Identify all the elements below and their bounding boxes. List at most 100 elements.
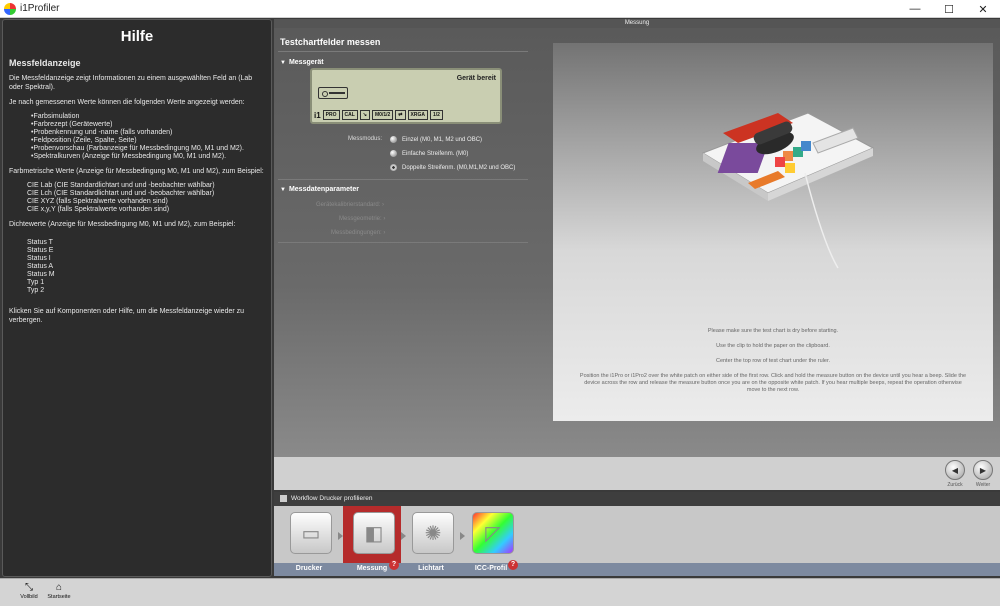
close-button[interactable]: ✕ (966, 0, 1000, 18)
lcd-cell: ↘ (359, 110, 370, 120)
navigation-bar: ◀ Zurück ▶ Weiter (274, 457, 1000, 490)
params-section-label: Messdatenparameter (288, 186, 359, 193)
list-item: Typ 1 (27, 279, 45, 286)
home-icon: ⌂ (55, 582, 63, 593)
mode-option-single-strip[interactable]: Einfache Streifenm. (M0) (390, 150, 468, 157)
section-header: Messung (274, 19, 1000, 28)
instruction-text: Please make sure the test chart is dry b… (707, 328, 839, 334)
arrow-right-icon: ▶ (979, 465, 987, 475)
help-paragraph: Farbmetrische Werte (Anzeige für Messbed… (9, 168, 264, 175)
list-item: Status I (27, 255, 51, 262)
step-illuminant[interactable]: ✺ Lichtart (402, 506, 460, 576)
help-paragraph: Je nach gemessenen Werte können die folg… (9, 99, 245, 106)
list-item: Status T (27, 239, 53, 246)
help-list-colorimetric: CIE Lab (CIE Standardlichtart und und -b… (27, 182, 271, 214)
main-panel: Testchartfelder messen ▼ Messgerät Gerät … (274, 28, 1000, 457)
help-list-values: •Farbsimulation •Farbrezept (Gerätewerte… (31, 113, 271, 161)
lcd-cell: 1/2 (429, 110, 443, 120)
step-label: Lichtart (418, 565, 444, 572)
instruction-text: Position the i1Pro or i1Pro2 over the wh… (579, 373, 967, 393)
title-bar: i1Profiler — ☐ ✕ (0, 0, 1000, 18)
icc-gamut-icon: ◸ (472, 512, 514, 554)
brand-logo: i1 (314, 110, 321, 120)
device-section-toggle[interactable]: ▼ Messgerät (280, 59, 324, 66)
lcd-cell: CAL (341, 110, 358, 120)
mode-option-label: Doppelte Streifenm. (M0,M1,M2 und OBC) (402, 164, 516, 171)
step-label: Drucker (295, 565, 323, 572)
list-item: CIE Lab (CIE Standardlichtart und und -b… (27, 182, 215, 189)
home-label: Startseite (47, 594, 71, 600)
fullscreen-button[interactable]: ⤡ Vollbild (14, 582, 44, 600)
divider (278, 242, 528, 243)
radio-icon (390, 136, 397, 143)
list-item: •Probenvorschau (Farbanzeige für Messbed… (31, 145, 244, 152)
step-icc-profile[interactable]: ◸ ? ICC-Profil (462, 506, 520, 576)
device-illustration (701, 112, 875, 269)
lcd-cell: M0/1/2 (372, 110, 394, 120)
mode-option-double-strip[interactable]: Doppelte Streifenm. (M0,M1,M2 und OBC) (390, 164, 515, 171)
workflow-title: Workflow Drucker profilieren (291, 495, 373, 502)
list-item: •Spektralkurven (Anzeige für Messbedingu… (31, 153, 227, 160)
device-status-text: Gerät bereit (456, 75, 496, 82)
radio-icon (390, 150, 397, 157)
list-item: Status M (27, 271, 55, 278)
next-button[interactable]: ▶ (973, 460, 993, 480)
list-item: •Farbrezept (Gerätewerte) (31, 121, 113, 128)
help-paragraph: Dichtewerte (Anzeige für Messbedingung M… (9, 221, 236, 228)
triangle-down-icon: ▼ (280, 60, 286, 66)
instruction-text: Use the clip to hold the paper on the cl… (716, 343, 830, 349)
help-paragraph: Klicken Sie auf Komponenten oder Hilfe, … (9, 308, 245, 324)
maximize-button[interactable]: ☐ (932, 0, 966, 18)
param-label: Messbedingungen: (331, 230, 382, 236)
help-panel: Hilfe Messfeldanzeige Die Messfeldanzeig… (2, 19, 272, 577)
mode-label: Messmodus: (348, 136, 383, 142)
list-item: CIE Lch (CIE Standardlichtart und und -b… (27, 190, 215, 197)
param-label: Messgeometrie: (339, 216, 382, 222)
help-list-density: Status T Status E Status I Status A Stat… (27, 239, 271, 295)
list-item: CIE x,y,Y (falls Spektralwerte vorhanden… (27, 206, 170, 213)
measurement-device-icon: ◧ (353, 512, 395, 554)
fullscreen-label: Vollbild (20, 594, 38, 600)
mode-option-label: Einfache Streifenm. (M0) (402, 150, 469, 157)
back-button[interactable]: ◀ (945, 460, 965, 480)
minimize-button[interactable]: — (898, 0, 932, 18)
back-label: Zurück (947, 482, 963, 488)
params-section-toggle[interactable]: ▼ Messdatenparameter (280, 186, 359, 193)
lightbulb-gear-icon: ✺ (412, 512, 454, 554)
list-item: •Feldposition (Zeile, Spalte, Seite) (31, 137, 137, 144)
help-subtitle: Messfeldanzeige (9, 58, 81, 68)
triangle-down-icon: ▼ (280, 187, 286, 193)
step-measurement[interactable]: ◧ ? Messung (343, 506, 401, 576)
param-calibration[interactable]: Gerätekalibrierstandard: › (316, 202, 384, 208)
workflow-icon (280, 494, 287, 502)
list-item: •Probenkennung und -name (falls vorhande… (31, 129, 173, 136)
list-item: Status E (27, 247, 54, 254)
arrow-left-icon: ◀ (951, 465, 959, 475)
lcd-cell: ⇄ (395, 110, 406, 120)
mode-option-label: Einzel (M0, M1, M2 und OBC) (402, 136, 483, 143)
divider (278, 179, 528, 180)
list-item: •Farbsimulation (31, 113, 80, 120)
lcd-cell: PRO (322, 110, 340, 120)
help-title: Hilfe (120, 28, 154, 45)
printer-icon: ▭ (290, 512, 332, 554)
next-label: Weiter (975, 482, 991, 488)
help-paragraph: Die Messfeldanzeige zeigt Informationen … (9, 75, 253, 91)
page-title: Testchartfelder messen (280, 37, 381, 47)
workflow-header: Workflow Drucker profilieren (274, 492, 1000, 506)
app-icon (4, 2, 16, 15)
mode-option-single[interactable]: Einzel (M0, M1, M2 und OBC) (390, 136, 482, 143)
bottom-toolbar: ⤡ Vollbild ⌂ Startseite (0, 578, 1000, 606)
step-printer[interactable]: ▭ Drucker (280, 506, 338, 576)
fullscreen-icon: ⤡ (25, 582, 33, 593)
device-status-display: Gerät bereit i1 PRO CAL ↘ M0/1/2 ⇄ XRGA … (310, 68, 502, 124)
radio-selected-icon (390, 164, 397, 171)
divider (278, 51, 528, 52)
param-conditions[interactable]: Messbedingungen: › (331, 230, 385, 236)
device-section-label: Messgerät (288, 59, 324, 66)
param-geometry[interactable]: Messgeometrie: › (339, 216, 385, 222)
list-item: Status A (27, 263, 54, 270)
measurement-preview: Please make sure the test chart is dry b… (553, 43, 993, 421)
home-button[interactable]: ⌂ Startseite (44, 582, 74, 600)
param-label: Gerätekalibrierstandard: (316, 202, 381, 208)
